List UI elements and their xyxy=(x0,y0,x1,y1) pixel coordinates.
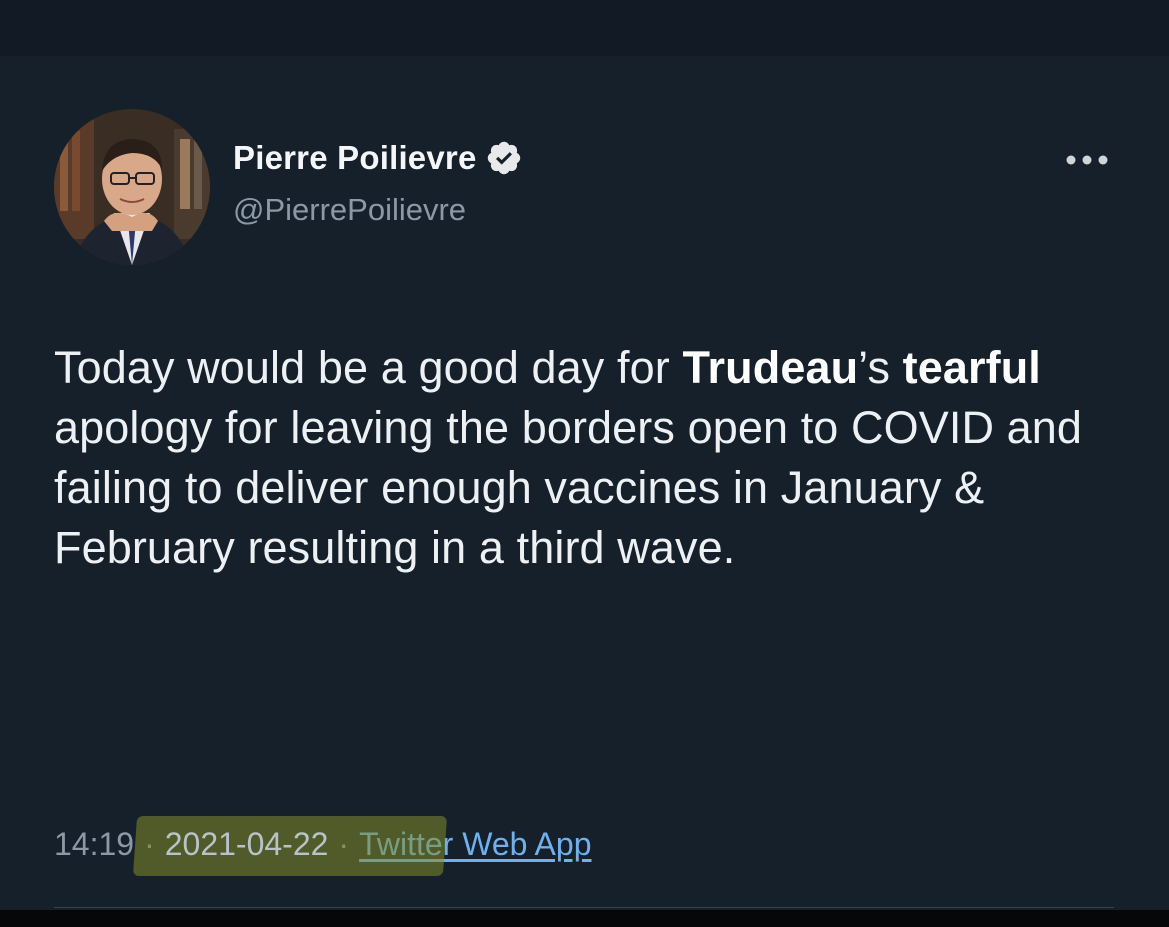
tweet-meta: 14:19 · 2021-04-22 · Twitter Web App xyxy=(54,815,591,876)
more-horizontal-icon xyxy=(1066,155,1108,165)
tweet-text-segment: Today would be a good day for xyxy=(54,342,683,393)
tweet-time[interactable]: 14:19 xyxy=(54,826,134,863)
tweet-date[interactable]: 2021-04-22 xyxy=(165,826,329,862)
user-handle[interactable]: @PierrePoilievre xyxy=(233,192,523,228)
display-name[interactable]: Pierre Poilievre xyxy=(233,139,477,177)
top-edge xyxy=(0,0,1169,56)
tweet-text: Today would be a good day for Trudeau’s … xyxy=(54,338,1134,578)
author-name-row: Pierre Poilievre xyxy=(233,136,523,180)
bottom-edge xyxy=(0,910,1169,927)
verified-badge-icon xyxy=(485,139,523,177)
tweet-text-segment: apology for leaving the borders open to … xyxy=(54,402,1083,573)
tweet-text-bold-trudeau: Trudeau xyxy=(682,342,859,393)
more-options-button[interactable] xyxy=(1060,143,1114,177)
author-block: Pierre Poilievre @PierrePoilievre xyxy=(233,136,523,228)
tweet-text-segment: ’s xyxy=(858,342,903,393)
tweet-card: Pierre Poilievre @PierrePoilievre Today … xyxy=(0,0,1169,910)
tweet-date-wrapper: 2021-04-22 xyxy=(132,815,447,876)
divider xyxy=(54,907,1114,908)
tweet-text-bold-tearful: tearful xyxy=(902,342,1041,393)
avatar[interactable] xyxy=(54,109,210,265)
avatar-image xyxy=(54,109,210,265)
